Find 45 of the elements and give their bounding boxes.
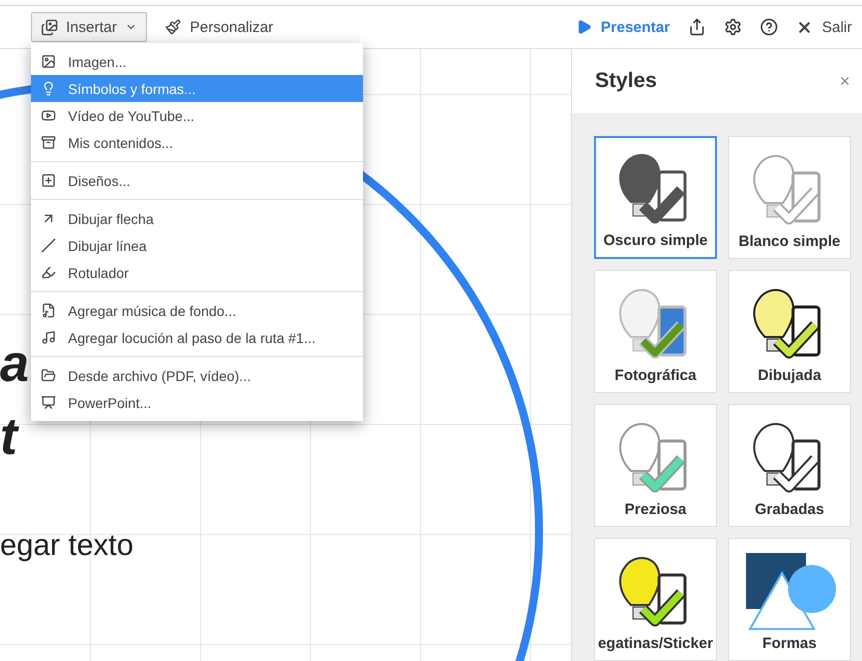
menu-item[interactable]: Rotulador — [31, 259, 363, 286]
style-card[interactable]: egatinas/Sticker — [594, 538, 717, 661]
menu-item[interactable]: Mis contenidos... — [31, 129, 363, 156]
style-card[interactable]: Dibujada — [728, 270, 851, 393]
canvas-text: egar texto — [0, 529, 134, 563]
image-icon — [41, 54, 56, 69]
style-card[interactable]: Blanco simple — [728, 136, 851, 259]
plus-square-icon — [41, 173, 56, 188]
slides-icon — [41, 395, 56, 410]
settings-button[interactable] — [724, 18, 742, 36]
marker-icon — [41, 265, 56, 280]
style-card[interactable]: Formas — [728, 538, 851, 661]
line-icon — [41, 238, 56, 253]
lightbulb-icon — [41, 81, 56, 96]
menu-item[interactable]: Agregar locución al paso de la ruta #1... — [31, 324, 363, 351]
menu-item[interactable]: Vídeo de YouTube... — [31, 102, 363, 129]
insert-icon — [41, 18, 58, 36]
customize-button[interactable]: Personalizar — [164, 18, 274, 36]
menu-item[interactable]: Imagen... — [31, 48, 363, 75]
music-note-icon — [41, 330, 56, 345]
share-button[interactable] — [688, 18, 706, 36]
style-card[interactable]: Fotográfica — [594, 270, 717, 393]
style-card[interactable]: Preziosa — [594, 404, 717, 527]
help-button[interactable] — [760, 18, 778, 36]
play-icon — [41, 108, 56, 123]
brush-icon — [164, 19, 181, 35]
folder-icon — [41, 368, 56, 383]
archive-icon — [41, 135, 56, 150]
menu-item[interactable]: Dibujar línea — [31, 232, 363, 259]
menu-item[interactable]: Agregar música de fondo... — [31, 297, 363, 324]
close-button[interactable]: × — [839, 70, 850, 92]
menu-item[interactable]: Desde archivo (PDF, vídeo)... — [31, 362, 363, 389]
insert-button[interactable]: Insertar — [31, 12, 147, 42]
canvas-heading: a — [0, 334, 29, 394]
music-file-icon — [41, 303, 56, 318]
style-card[interactable]: Grabadas — [728, 404, 851, 527]
canvas-heading: t — [0, 407, 18, 467]
present-button[interactable]: Presentar — [576, 18, 670, 36]
menu-item[interactable]: PowerPoint... — [31, 389, 363, 416]
panel-title: Styles — [595, 69, 657, 93]
menu-item[interactable]: Diseños... — [31, 167, 363, 194]
menu-item[interactable]: Dibujar flecha — [31, 205, 363, 232]
exit-button[interactable]: Salir — [796, 18, 852, 36]
play-icon — [576, 19, 592, 35]
style-card[interactable]: Oscuro simple — [594, 136, 717, 259]
